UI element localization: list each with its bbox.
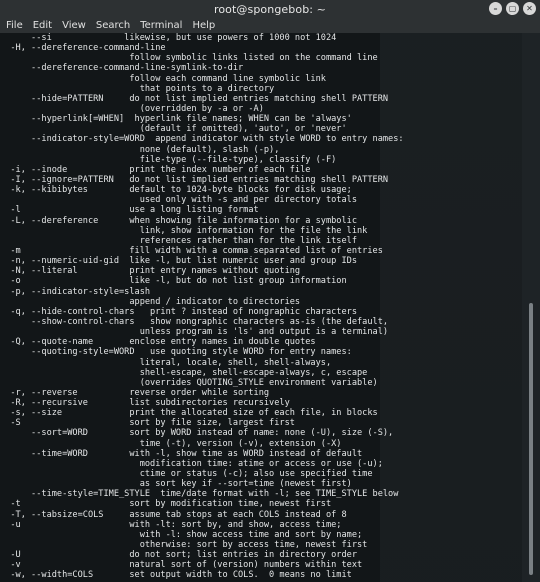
minimize-button[interactable]: – xyxy=(489,2,502,15)
terminal-line: that points to a directory xyxy=(0,83,275,94)
terminal-line: shell-escape, shell-escape-always, c, es… xyxy=(0,367,368,378)
terminal-line: -S sort by file size, largest first xyxy=(0,418,295,429)
terminal-line: --quoting-style=WORD use quoting style W… xyxy=(0,347,352,358)
terminal-line: -R, --recursive list subdirectories recu… xyxy=(0,398,290,409)
menu-terminal[interactable]: Terminal xyxy=(140,20,182,31)
terminal-line: -U do not sort; list entries in director… xyxy=(0,550,357,561)
terminal-line: -v natural sort of (version) numbers wit… xyxy=(0,560,363,571)
terminal-line: --hyperlink[=WHEN] hyperlink file names;… xyxy=(0,114,352,125)
terminal-line: modification time: atime or access or us… xyxy=(0,458,383,469)
terminal-line: --show-control-chars show nongraphic cha… xyxy=(0,316,389,327)
terminal-line: -q, --hide-control-chars print ? instead… xyxy=(0,306,357,317)
scrollbar-thumb[interactable] xyxy=(529,303,533,575)
terminal-line: -Q, --quote-name enclose entry names in … xyxy=(0,337,316,348)
terminal-line: --si likewise, but use powers of 1000 no… xyxy=(0,33,337,43)
terminal-line: with -l: show access time and sort by na… xyxy=(0,529,363,540)
terminal-line: -p, --indicator-style=slash xyxy=(0,286,151,297)
title-bar: root@spongebob: ~ – ▢ ✕ xyxy=(0,0,540,18)
terminal-line: append / indicator to directories xyxy=(0,296,301,307)
terminal-line: --time-style=TIME_STYLE time/date format… xyxy=(0,489,399,500)
menu-edit[interactable]: Edit xyxy=(33,20,52,31)
terminal-line: (overridden by -a or -A) xyxy=(0,103,264,114)
terminal-line: -l use a long listing format xyxy=(0,205,259,216)
terminal-line: (default if omitted), 'auto', or 'never' xyxy=(0,124,347,135)
terminal-scrollbar[interactable] xyxy=(522,33,540,582)
window-controls: – ▢ ✕ xyxy=(489,2,536,15)
terminal-line: -s, --size print the allocated size of e… xyxy=(0,408,378,419)
terminal-line: -H, --dereference-command-line xyxy=(0,43,166,54)
terminal-line: (overrides QUOTING_STYLE environment var… xyxy=(0,377,378,388)
terminal-line: -r, --reverse reverse order while sortin… xyxy=(0,387,270,398)
menu-help[interactable]: Help xyxy=(192,20,215,31)
terminal-line: unless program is 'ls' and output is a t… xyxy=(0,327,389,338)
terminal-line: otherwise: sort by access time, newest f… xyxy=(0,540,368,551)
terminal-line: --time=WORD with -l, show time as WORD i… xyxy=(0,448,363,459)
terminal-line: file-type (--file-type), classify (-F) xyxy=(0,154,337,165)
terminal-line: --sort=WORD sort by WORD instead of name… xyxy=(0,428,394,439)
terminal-line: -w, --width=COLS set output width to COL… xyxy=(0,570,352,581)
terminal-line: -o like -l, but do not list group inform… xyxy=(0,276,347,287)
terminal-line: follow each command line symbolic link xyxy=(0,73,326,84)
terminal-line: time (-t), version (-v), extension (-X) xyxy=(0,438,342,449)
terminal-output[interactable]: --si likewise, but use powers of 1000 no… xyxy=(0,33,522,582)
terminal-line: -N, --literal print entry names without … xyxy=(0,266,301,277)
terminal-line: as sort key if --sort=time (newest first… xyxy=(0,479,352,490)
terminal-line: --dereference-command-line-symlink-to-di… xyxy=(0,63,244,74)
terminal-line: -u with -lt: sort by, and show, access t… xyxy=(0,519,342,530)
terminal-line: -I, --ignore=PATTERN do not list implied… xyxy=(0,174,389,185)
terminal-line: literal, locale, shell, shell-always, xyxy=(0,357,332,368)
terminal-line: ctime or status (-c); also use specified… xyxy=(0,469,373,480)
terminal-line: link, show information for the file the … xyxy=(0,225,368,236)
terminal-line: --indicator-style=WORD append indicator … xyxy=(0,134,404,145)
menu-file[interactable]: File xyxy=(6,20,23,31)
terminal-line: -i, --inode print the index number of ea… xyxy=(0,164,311,175)
maximize-button[interactable]: ▢ xyxy=(506,2,519,15)
menu-view[interactable]: View xyxy=(62,20,86,31)
terminal-line: -L, --dereference when showing file info… xyxy=(0,215,357,226)
terminal-line: none (default), slash (-p), xyxy=(0,144,280,155)
menu-bar: File Edit View Search Terminal Help xyxy=(0,18,540,33)
terminal-line: -t sort by modification time, newest fir… xyxy=(0,499,332,510)
terminal-line: --hide=PATTERN do not list implied entri… xyxy=(0,93,389,104)
terminal-line: -k, --kibibytes default to 1024-byte blo… xyxy=(0,185,352,196)
close-button[interactable]: ✕ xyxy=(523,2,536,15)
terminal-line: follow symbolic links listed on the comm… xyxy=(0,53,378,64)
terminal-line: -n, --numeric-uid-gid like -l, but list … xyxy=(0,256,357,267)
window-title: root@spongebob: ~ xyxy=(213,2,327,16)
terminal-line: used only with -s and per directory tota… xyxy=(0,195,357,206)
terminal-line: -T, --tabsize=COLS assume tab stops at e… xyxy=(0,509,347,520)
terminal-line: -m fill width with a comma separated lis… xyxy=(0,245,383,256)
terminal-lines: --si likewise, but use powers of 1000 no… xyxy=(0,33,522,581)
terminal-line: references rather than for the link itse… xyxy=(0,235,357,246)
menu-search[interactable]: Search xyxy=(96,20,130,31)
